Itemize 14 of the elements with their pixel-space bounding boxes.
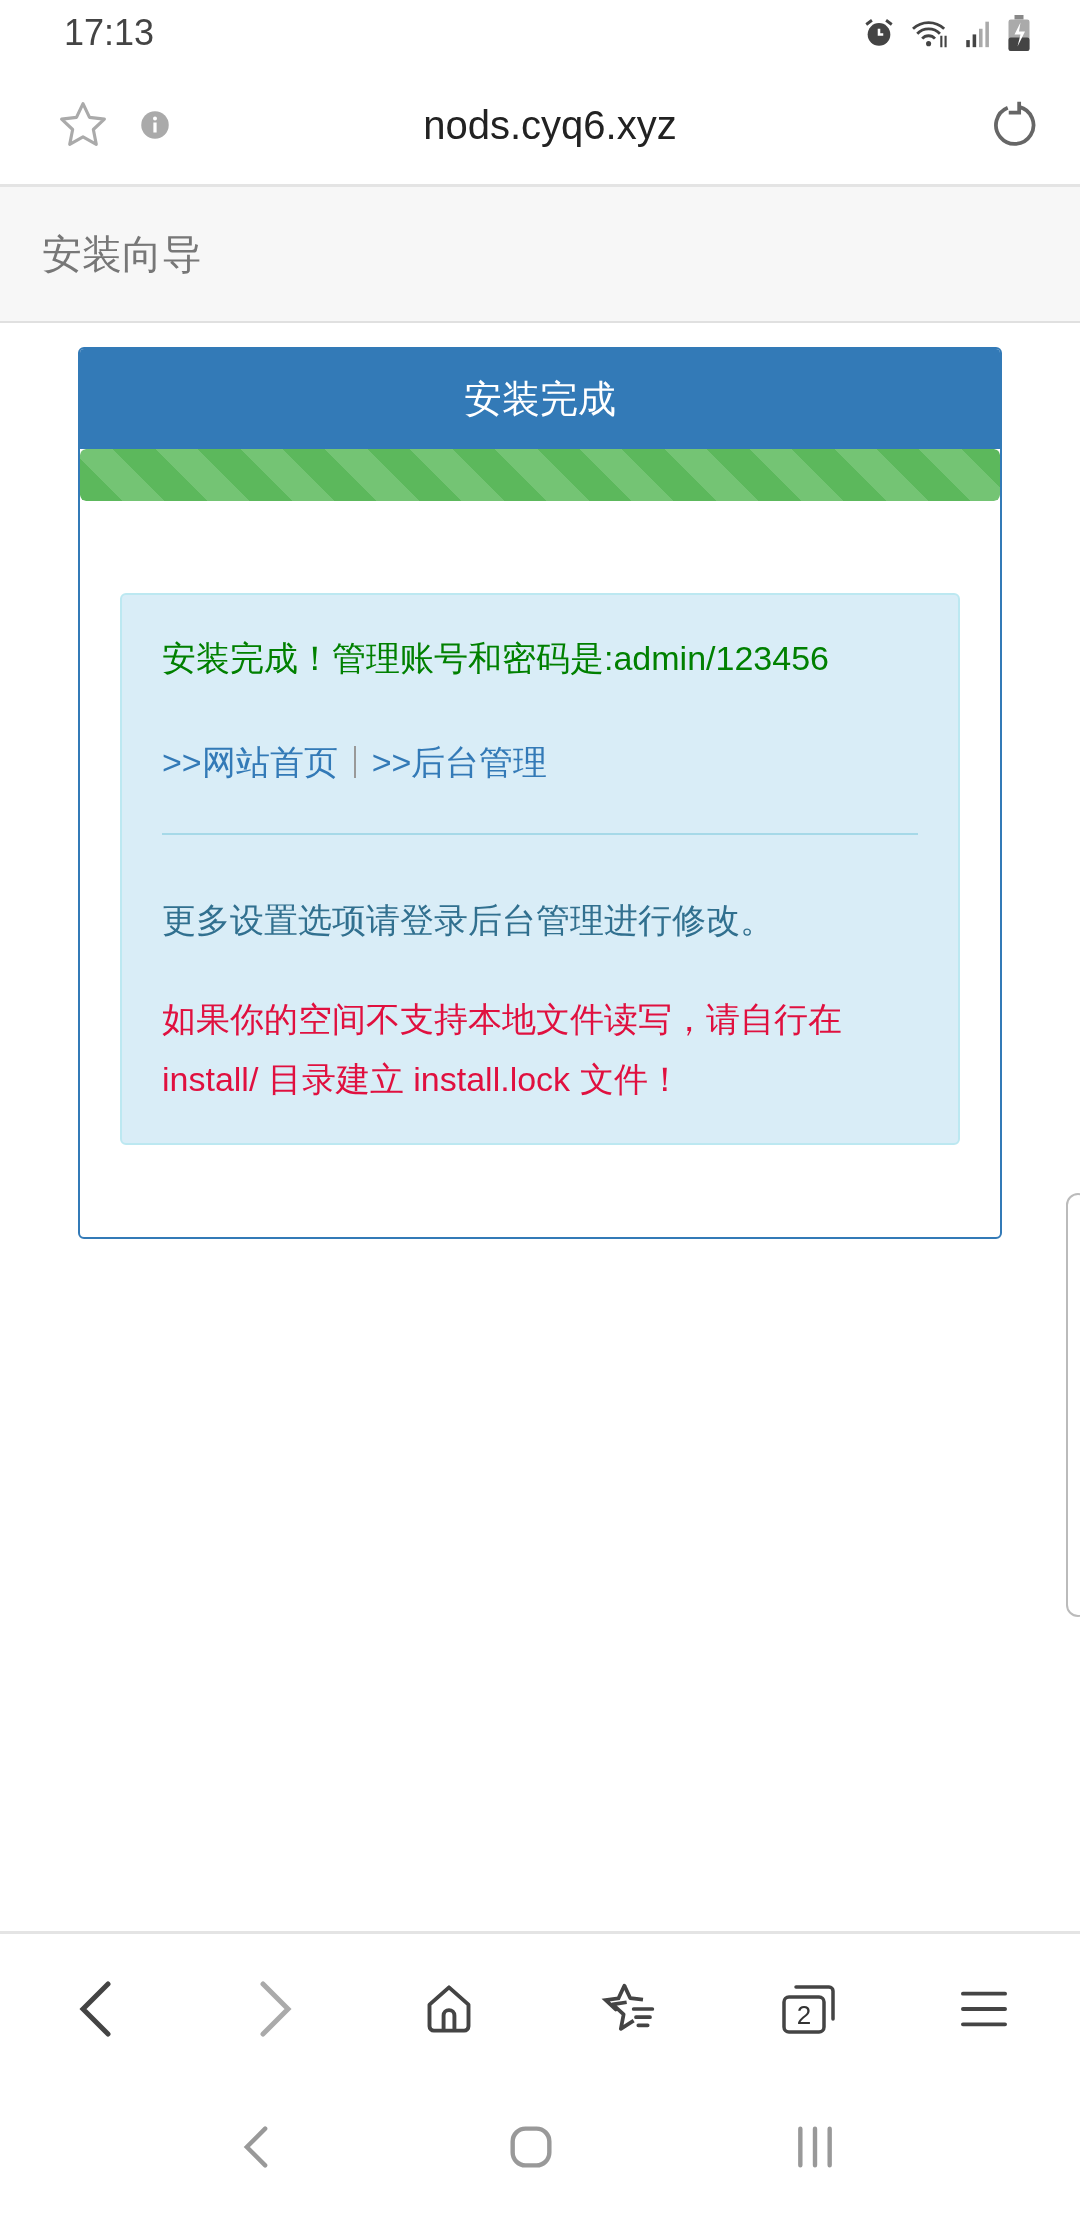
note-text: 更多设置选项请登录后台管理进行修改。 bbox=[162, 900, 775, 941]
navbar-title[interactable]: 安装向导 bbox=[42, 226, 202, 282]
system-back-icon[interactable] bbox=[243, 2125, 269, 2169]
info-icon[interactable] bbox=[140, 110, 170, 140]
warning-text: 如果你的空间不支持本地文件读写，请自行在install/ 目录建立 install.lock 文件！ bbox=[162, 999, 843, 1100]
alert-link[interactable]: >>后台管理 bbox=[371, 735, 548, 789]
battery-charging-icon bbox=[1008, 15, 1030, 51]
alert-link[interactable]: >>网站首页 bbox=[162, 735, 338, 789]
panel-title: 安装完成 bbox=[464, 376, 616, 422]
url-text[interactable]: nods.cyq6.xyz bbox=[170, 102, 930, 148]
system-home-icon[interactable] bbox=[509, 2125, 553, 2169]
success-message: 安装完成！管理账号和密码是:admin/123456 bbox=[162, 638, 830, 679]
status-time: 17:13 bbox=[64, 12, 155, 54]
menu-icon[interactable] bbox=[961, 1989, 1008, 2029]
